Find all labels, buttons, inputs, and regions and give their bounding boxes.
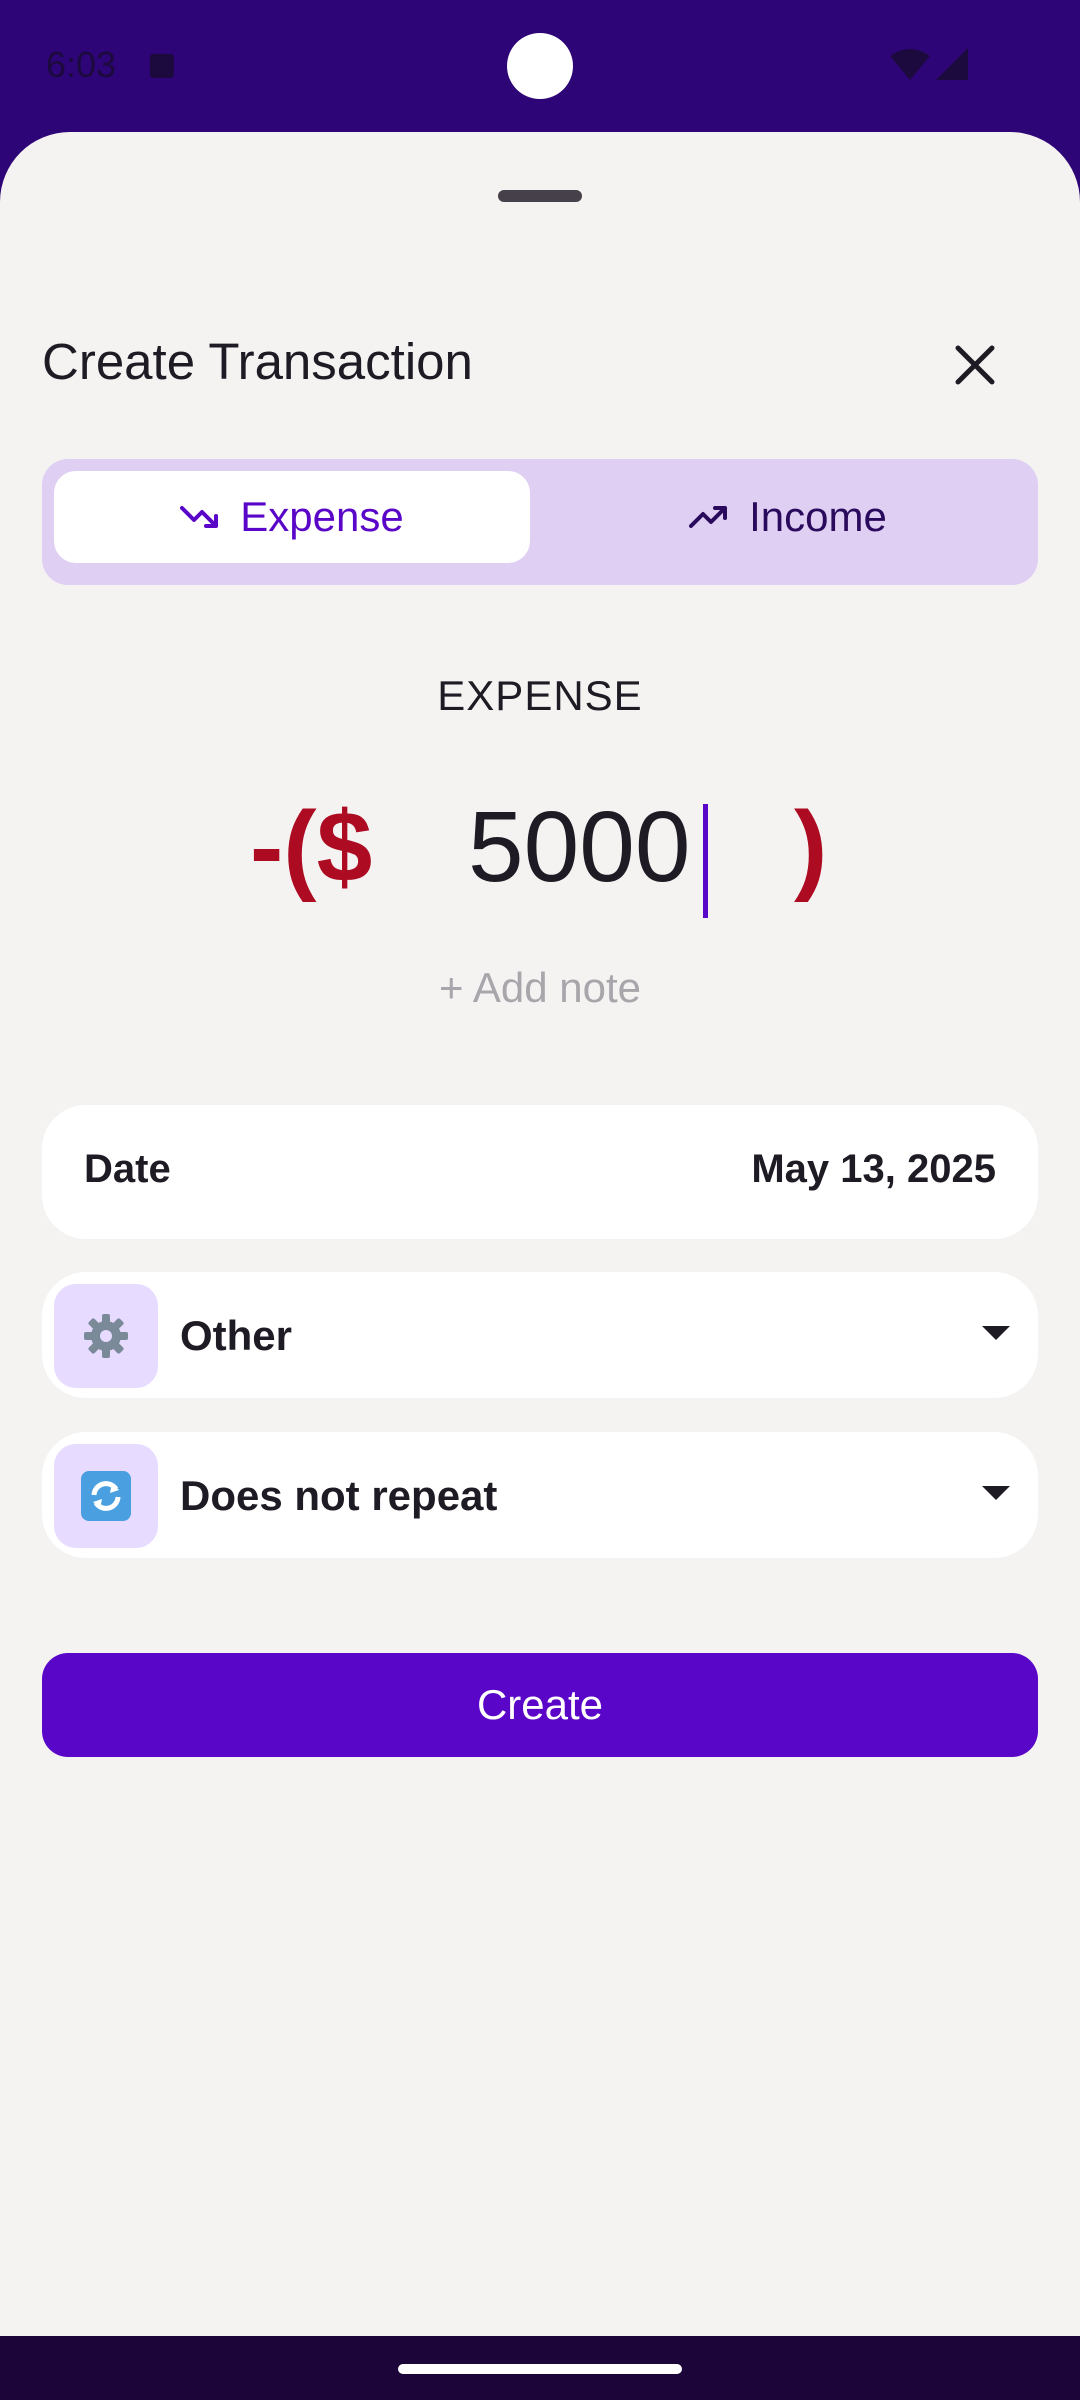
home-indicator[interactable] [398, 2364, 682, 2374]
text-cursor [703, 804, 708, 918]
status-bar: 6:03 [0, 0, 1080, 132]
create-button[interactable]: Create [42, 1653, 1038, 1757]
transaction-type-toggle: Expense Income [42, 459, 1038, 585]
wifi-icon [890, 49, 930, 80]
drag-handle[interactable] [498, 190, 582, 202]
tab-expense-label: Expense [240, 493, 404, 540]
camera-cutout [507, 33, 573, 99]
notification-a-icon [150, 54, 174, 78]
gear-icon [84, 1314, 128, 1358]
repeat-icon-tile [54, 1444, 158, 1548]
date-label: Date [84, 1147, 171, 1191]
amount-suffix: ) [794, 791, 828, 903]
amount-field[interactable]: -($ 5000 ) [0, 782, 1080, 932]
trending-down-icon [180, 506, 219, 528]
chevron-down-icon [982, 1326, 1010, 1340]
repeat-dropdown[interactable]: Does not repeat [42, 1432, 1038, 1558]
amount-prefix: -($ [250, 791, 373, 903]
add-note-button[interactable]: + Add note [0, 964, 1080, 1012]
date-row[interactable]: Date May 13, 2025 [42, 1105, 1038, 1239]
navigation-bar [0, 2336, 1080, 2400]
repeat-label: Does not repeat [180, 1472, 498, 1519]
transaction-type-label: EXPENSE [437, 672, 643, 719]
date-value[interactable]: May 13, 2025 [751, 1147, 996, 1192]
category-label: Other [180, 1312, 293, 1359]
repeat-icon [81, 1471, 131, 1521]
trending-up-icon [689, 506, 728, 528]
tab-expense[interactable]: Expense [54, 471, 530, 563]
create-transaction-sheet: Create Transaction Expense Income EXPENS… [0, 132, 1080, 2336]
category-dropdown[interactable]: Other [42, 1272, 1038, 1398]
close-icon[interactable] [950, 340, 1000, 390]
chevron-down-icon [982, 1486, 1010, 1500]
page-title: Create Transaction [42, 333, 473, 390]
tab-income-label: Income [749, 493, 887, 540]
signal-icon [936, 48, 968, 80]
status-time: 6:03 [46, 44, 117, 85]
category-icon-tile [54, 1284, 158, 1388]
amount-input[interactable]: 5000 [468, 790, 690, 905]
tab-income[interactable]: Income [550, 471, 1026, 563]
